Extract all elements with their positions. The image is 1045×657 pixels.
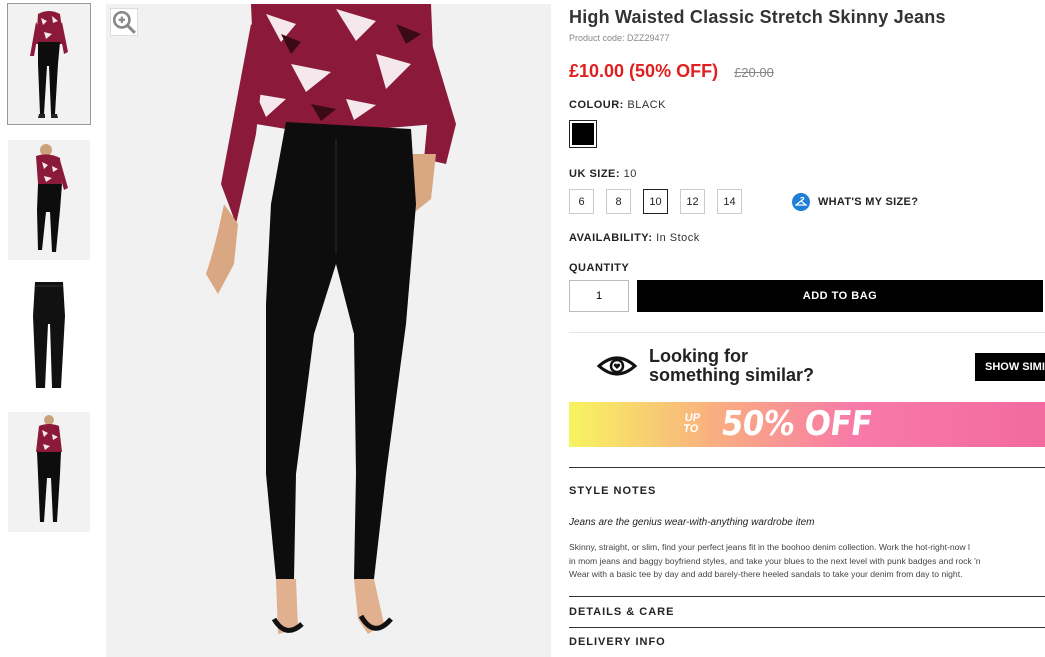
size-option-12[interactable]: 12 bbox=[680, 189, 705, 214]
style-notes-divider bbox=[569, 467, 1045, 468]
quantity-label: QUANTITY bbox=[569, 262, 630, 274]
thumbnail-gallery bbox=[7, 3, 91, 548]
availability-label: AVAILABILITY: bbox=[569, 232, 653, 244]
similar-banner: Looking for something similar? SHOW SIMI bbox=[569, 333, 1045, 399]
thumbnail-front[interactable] bbox=[7, 3, 91, 125]
size-option-6[interactable]: 6 bbox=[569, 189, 594, 214]
style-notes-line-2: in mom jeans and baggy boyfriend styles,… bbox=[569, 555, 981, 566]
style-notes-body: Skinny, straight, or slim, find your per… bbox=[569, 541, 1045, 582]
product-photo bbox=[106, 4, 551, 657]
whats-my-size-label: WHAT'S MY SIZE? bbox=[818, 195, 919, 208]
quantity-row: ADD TO BAG bbox=[569, 280, 1045, 312]
similar-text: Looking for something similar? bbox=[649, 347, 814, 385]
similar-line-1: Looking for bbox=[649, 346, 748, 366]
style-notes-line-1: Skinny, straight, or slim, find your per… bbox=[569, 542, 970, 552]
thumbnail-front-image bbox=[8, 4, 90, 124]
size-options: 6 8 10 12 14 WHAT'S MY SIZE? bbox=[569, 189, 1045, 214]
product-code: Product code: DZZ29477 bbox=[569, 33, 670, 43]
swatch-fill bbox=[572, 123, 594, 145]
hanger-icon bbox=[792, 192, 810, 211]
thumbnail-full[interactable] bbox=[8, 412, 90, 532]
colour-value: BLACK bbox=[627, 99, 666, 111]
delivery-info-section[interactable]: DELIVERY INFO bbox=[569, 626, 1045, 648]
promo-banner[interactable]: UP TO 50% OFF EVERYTHING! bbox=[569, 402, 1045, 447]
size-option-14[interactable]: 14 bbox=[717, 189, 742, 214]
current-price: £10.00 (50% OFF) bbox=[569, 61, 719, 81]
main-product-image[interactable] bbox=[106, 4, 551, 657]
size-label-text: UK SIZE: bbox=[569, 168, 621, 180]
thumbnail-flat-image bbox=[8, 276, 90, 396]
whats-my-size-link[interactable]: WHAT'S MY SIZE? bbox=[792, 192, 919, 211]
quantity-input[interactable] bbox=[569, 280, 629, 312]
product-info-panel: High Waisted Classic Stretch Skinny Jean… bbox=[569, 0, 1045, 648]
promo-upto-line2: TO bbox=[682, 423, 700, 435]
size-option-8[interactable]: 8 bbox=[606, 189, 631, 214]
details-care-heading: DETAILS & CARE bbox=[569, 605, 675, 618]
availability: AVAILABILITY: In Stock bbox=[569, 232, 1045, 244]
delivery-info-heading: DELIVERY INFO bbox=[569, 635, 666, 648]
colour-label: COLOUR: BLACK bbox=[569, 99, 1045, 111]
promo-text: 50% OFF EVERYTHING! bbox=[714, 404, 949, 447]
thumbnail-back[interactable] bbox=[8, 140, 90, 260]
style-notes-line-3: Wear with a basic tee by day and add bar… bbox=[569, 569, 963, 579]
size-label: UK SIZE: 10 bbox=[569, 168, 1045, 180]
zoom-button[interactable] bbox=[110, 8, 138, 36]
promo-upto: UP TO bbox=[682, 412, 701, 435]
zoom-icon bbox=[112, 10, 136, 34]
availability-value: In Stock bbox=[656, 232, 700, 244]
colour-swatch-black[interactable] bbox=[569, 120, 597, 148]
size-value: 10 bbox=[623, 168, 637, 180]
eye-icon bbox=[597, 356, 637, 376]
original-price: £20.00 bbox=[734, 65, 774, 80]
details-care-section[interactable]: DETAILS & CARE bbox=[569, 595, 1045, 618]
price-row: £10.00 (50% OFF) £20.00 bbox=[569, 61, 1045, 82]
thumbnail-flat[interactable] bbox=[8, 276, 90, 396]
style-notes-subheading: Jeans are the genius wear-with-anything … bbox=[569, 517, 815, 528]
thumbnail-full-image bbox=[8, 412, 90, 532]
similar-line-2: something similar? bbox=[649, 365, 815, 385]
size-option-10[interactable]: 10 bbox=[643, 189, 668, 214]
thumbnail-back-image bbox=[8, 140, 90, 260]
colour-label-text: COLOUR: bbox=[569, 99, 624, 111]
product-title: High Waisted Classic Stretch Skinny Jean… bbox=[569, 7, 946, 27]
add-to-bag-button[interactable]: ADD TO BAG bbox=[637, 280, 1043, 312]
style-notes-heading[interactable]: STYLE NOTES bbox=[569, 485, 1045, 497]
show-similar-button[interactable]: SHOW SIMI bbox=[975, 353, 1045, 381]
